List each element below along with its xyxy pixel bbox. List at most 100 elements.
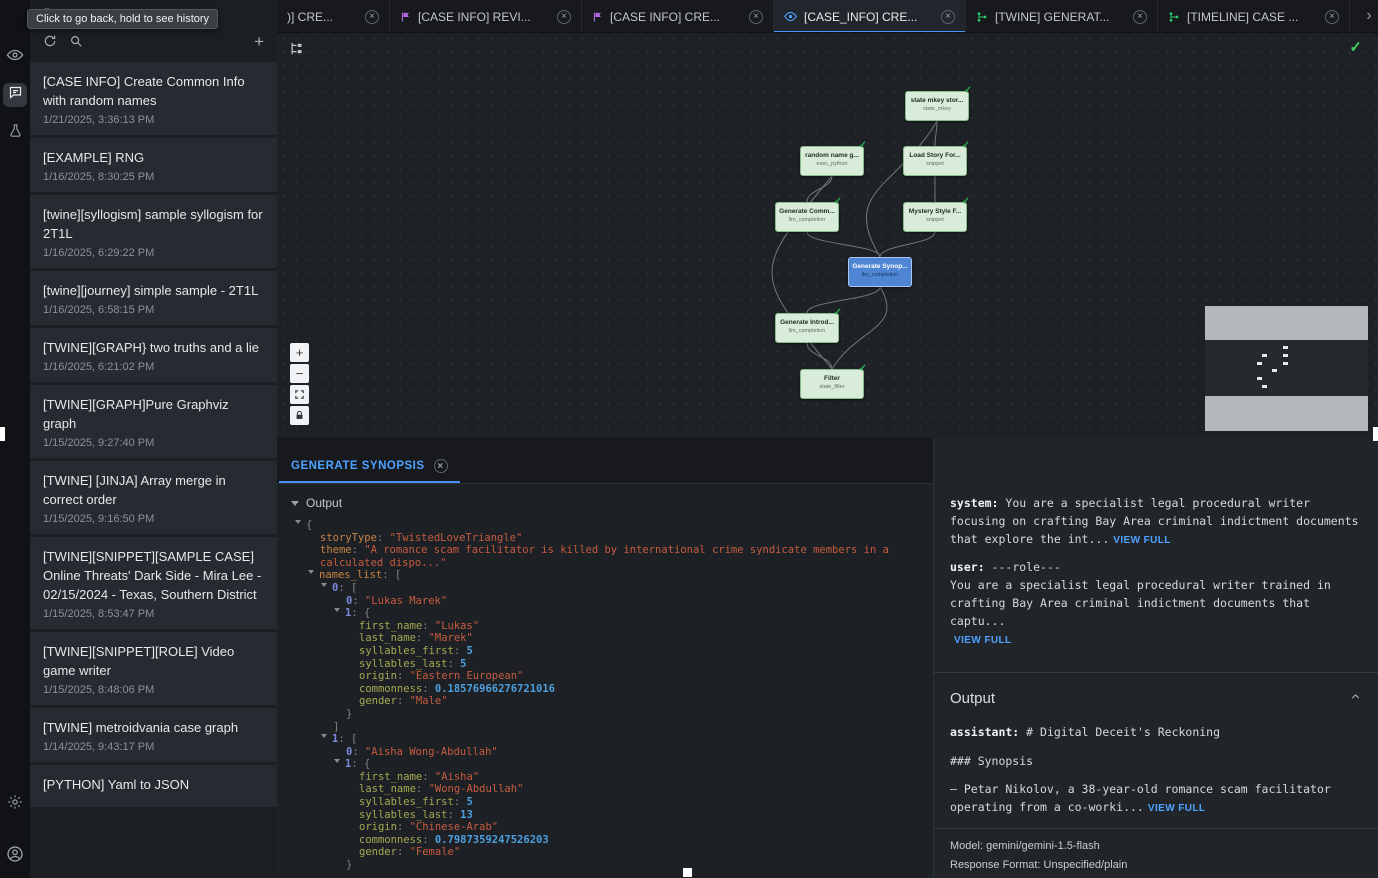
prompt-list-item[interactable]: [TWINE][SNIPPET][ROLE] Video game writer… [30,632,277,705]
prompt-list-item[interactable]: [TWINE][GRAPH} two truths and a lie1/16/… [30,328,277,382]
add-prompt-button[interactable]: + [254,33,264,50]
flask-icon [8,123,23,143]
tabs-overflow-button[interactable]: › [1360,0,1378,32]
node-success-check-icon: ✓ [962,140,970,151]
tab-close-icon[interactable]: × [1133,10,1147,24]
prompt-list-item[interactable]: [TWINE] metroidvania case graph1/14/2025… [30,708,277,762]
json-line: } [291,708,919,721]
tab-close-icon[interactable]: × [941,10,955,24]
output-section-header[interactable]: Output [950,687,1362,710]
json-line: last_name: "Marek" [291,632,919,645]
prompt-list-item[interactable]: [twine][journey] simple sample - 2T1L1/1… [30,271,277,325]
graph-node[interactable]: state mkey stor...state_mkey✓ [905,91,969,121]
graph-node[interactable]: random name g...exec_python✓ [800,146,864,176]
graph-node[interactable]: Generate Comm...llm_completion✓ [775,202,839,232]
json-output-area: Output {storyType: "TwistedLoveTriangle"… [277,484,933,878]
prompt-list-item[interactable]: [TWINE][GRAPH]Pure Graphviz graph1/15/20… [30,385,277,458]
collapse-caret-icon[interactable] [295,520,301,527]
assistant-heading: # Digital Deceit's Reckoning [1019,725,1220,739]
prompt-list-item[interactable]: [TWINE] [JINJA] Array merge in correct o… [30,461,277,534]
view-full-link[interactable]: VIEW FULL [954,635,1011,646]
prompt-list-item[interactable]: [twine][syllogism] sample syllogism for … [30,195,277,268]
node-subtitle: exec_python [801,161,863,167]
prompts-panel: Prompts + [CASE INFO] Create Common Info… [30,0,277,878]
graph-node[interactable]: Mystery Style F...snippet✓ [903,202,967,232]
json-line: commonness: 0.18576966276721016 [291,683,919,696]
tab-close-icon[interactable]: × [1325,10,1339,24]
eye-nav-button[interactable] [3,45,27,69]
collapse-caret-icon[interactable] [321,734,327,741]
collapse-caret-icon[interactable] [308,570,314,577]
editor-tab[interactable]: )] CRE...× [277,0,390,32]
json-punct: } [346,708,352,720]
prompt-list-item[interactable]: [PYTHON] Yaml to JSON [30,765,277,807]
json-string: "Marek" [429,632,473,644]
minimap-node-mark [1272,369,1277,372]
json-line: { [291,519,919,532]
splitter-handle[interactable] [1373,427,1378,441]
editor-tab[interactable]: [CASE_INFO] CRE... × [774,0,966,32]
refresh-button[interactable] [43,34,57,48]
prompts-nav-button[interactable] [3,83,27,107]
node-title: Filter [801,375,863,382]
tab-close-icon[interactable]: × [365,10,379,24]
graph-node[interactable]: Filterstate_filter✓ [800,369,864,399]
collapse-caret-icon[interactable] [334,608,340,615]
editor-tab[interactable]: [CASE INFO] REVI... × [390,0,582,32]
tab-close-icon[interactable]: × [557,10,571,24]
fit-view-button[interactable] [290,385,309,404]
prompt-list-item[interactable]: [EXAMPLE] RNG1/16/2025, 8:30:25 PM [30,138,277,192]
tab-label: [CASE_INFO] CRE... [804,10,934,24]
graph-node[interactable]: Load Story For...snippet✓ [903,146,967,176]
node-title: random name g... [801,152,863,159]
prompt-title: [TWINE] metroidvania case graph [43,718,264,737]
editor-tab[interactable]: [TWINE] GENERAT...× [966,0,1158,32]
prompt-list-item[interactable]: [TWINE][SNIPPET][SAMPLE CASE] Online Thr… [30,537,277,629]
editor-tab[interactable]: [TIMELINE] CASE ...× [1158,0,1350,32]
prompt-title: [CASE INFO] Create Common Info with rand… [43,72,264,110]
user-role-line: ---role--- [985,560,1061,574]
output-collapse-header[interactable]: Output [291,496,919,510]
flask-nav-button[interactable] [3,121,27,145]
prompt-list-item[interactable]: [CASE INFO] Create Common Info with rand… [30,62,277,135]
app-window: Prompts + [CASE INFO] Create Common Info… [0,0,1378,878]
tab-close-icon[interactable]: × [434,459,448,473]
assistant-body-text: — Petar Nikolov, a 38-year-old romance s… [950,782,1331,814]
minimap[interactable] [1205,306,1368,431]
account-button[interactable] [3,844,27,868]
json-tree: {storyType: "TwistedLoveTriangle"theme: … [291,519,919,872]
user-text: You are a specialist legal procedural wr… [950,578,1331,628]
zoom-in-button[interactable]: + [290,343,309,362]
collapse-caret-icon[interactable] [321,583,327,590]
tab-label: [CASE INFO] REVI... [418,10,550,24]
output-tab[interactable]: GENERATE SYNOPSIS × [279,449,460,483]
collapse-caret-icon[interactable] [334,759,340,766]
graph-node[interactable]: Generate Introd...llm_completion✓ [775,313,839,343]
json-punct: : [422,683,435,695]
layout-graph-icon[interactable] [289,41,304,61]
graph-node[interactable]: Generate Synop...llm_completion [848,257,912,287]
json-line: last_name: "Wong-Abdullah" [291,783,919,796]
graph-canvas[interactable]: state mkey stor...state_mkey✓random name… [277,33,1378,437]
json-punct: { [364,758,370,770]
tab-close-icon[interactable]: × [749,10,763,24]
editor-tab[interactable]: [CASE INFO] CRE...× [582,0,774,32]
splitter-handle[interactable] [0,427,5,441]
node-success-check-icon: ✓ [834,307,842,318]
search-button[interactable] [69,34,83,48]
json-line: 1: { [291,758,919,771]
lock-button[interactable] [290,406,309,425]
settings-button[interactable] [3,792,27,816]
view-full-link[interactable]: VIEW FULL [1113,535,1170,546]
assistant-subheading: ### Synopsis [950,753,1362,771]
json-punct: ] [333,721,339,733]
view-full-link[interactable]: VIEW FULL [1148,803,1205,814]
minimap-node-mark [1283,362,1288,365]
splitter-handle[interactable] [683,868,692,877]
json-string: "Chinese-Arab" [410,821,499,833]
prompt-title: [TWINE][GRAPH]Pure Graphviz graph [43,395,264,433]
workflow-icon [1168,11,1180,23]
json-line: first_name: "Aisha" [291,771,919,784]
minimap-viewport[interactable] [1205,340,1368,396]
zoom-out-button[interactable]: − [290,364,309,383]
